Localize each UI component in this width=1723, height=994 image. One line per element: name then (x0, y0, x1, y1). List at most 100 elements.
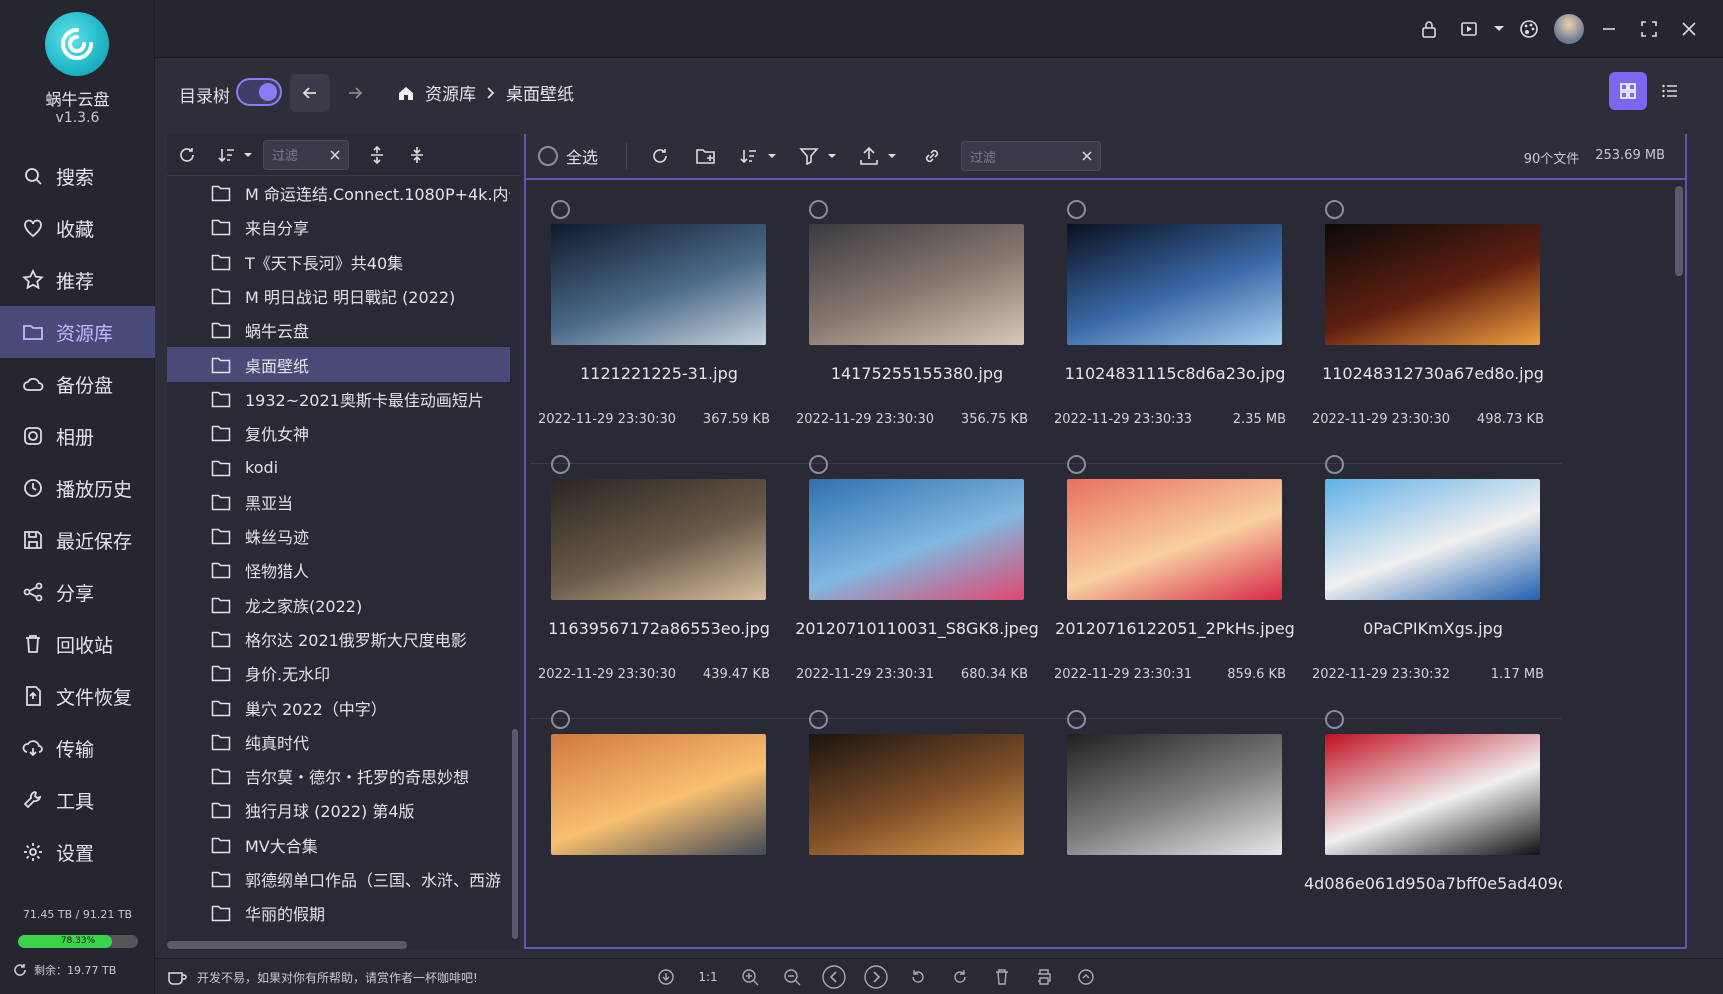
file-thumbnail[interactable] (809, 479, 1024, 600)
file-thumbnail[interactable] (1325, 224, 1540, 345)
file-thumbnail[interactable] (809, 734, 1024, 855)
tree-item[interactable]: M 明日战记 明日戰記 (2022) (167, 279, 510, 313)
file-thumbnail[interactable] (551, 734, 766, 855)
tree-horizontal-scrollbar[interactable] (167, 941, 407, 949)
file-checkbox[interactable] (1325, 455, 1344, 474)
tree-item[interactable]: 独行月球 (2022) 第4版 (167, 793, 510, 827)
tree-item[interactable]: 华丽的假期 (167, 896, 510, 930)
tree-item[interactable]: 身价.无水印 (167, 656, 510, 690)
sidebar-item[interactable]: 备份盘 (0, 358, 155, 410)
clear-icon[interactable] (1082, 151, 1092, 161)
coffee-icon[interactable] (167, 968, 187, 986)
link-icon[interactable] (909, 138, 955, 174)
file-checkbox[interactable] (809, 455, 828, 474)
file-card[interactable]: 1121221225-31.jpg 2022-11-29 23:30:30 367.… (530, 184, 788, 464)
previous-icon[interactable] (813, 963, 855, 991)
file-checkbox[interactable] (1067, 200, 1086, 219)
tree-filter-input[interactable]: 过滤 (263, 139, 349, 170)
sidebar-item[interactable]: 推荐 (0, 254, 155, 306)
tree-item[interactable]: 龙之家族(2022) (167, 588, 510, 622)
next-icon[interactable] (855, 963, 897, 991)
file-card[interactable]: 14175255155380.jpg 2022-11-29 23:30:30 356… (788, 184, 1046, 464)
file-thumbnail[interactable] (1325, 479, 1540, 600)
file-card[interactable]: 11024831115c8d6a23o.jpg 2022-11-29 23:30:… (1046, 184, 1304, 464)
file-checkbox[interactable] (1325, 710, 1344, 729)
palette-icon[interactable] (1509, 14, 1549, 44)
refresh-icon[interactable] (12, 962, 28, 978)
sort-button[interactable] (207, 137, 263, 173)
tree-item[interactable]: 格尔达 2021俄罗斯大尺度电影 (167, 622, 510, 656)
maximize-icon[interactable] (1629, 14, 1669, 44)
tree-item[interactable]: T《天下長河》共40集 (167, 245, 510, 279)
file-checkbox[interactable] (1067, 710, 1086, 729)
file-thumbnail[interactable] (551, 224, 766, 345)
tree-scrollbar[interactable] (512, 729, 518, 939)
file-thumbnail[interactable] (551, 479, 766, 600)
home-icon[interactable] (397, 84, 415, 102)
file-card[interactable]: 110248312730a67ed8o.jpg 2022-11-29 23:30:… (1304, 184, 1562, 464)
file-card[interactable] (788, 694, 1046, 944)
upload-icon[interactable] (849, 138, 909, 174)
delete-icon[interactable] (981, 963, 1023, 991)
close-icon[interactable] (1669, 14, 1709, 44)
tree-item[interactable]: 复仇女神 (167, 416, 510, 450)
breadcrumb-item[interactable]: 资源库 (425, 80, 476, 105)
collapse-all-icon[interactable] (397, 137, 437, 173)
tree-item[interactable]: 怪物猎人 (167, 553, 510, 587)
file-card[interactable] (1046, 694, 1304, 944)
list-view-button[interactable] (1651, 72, 1689, 110)
user-avatar[interactable] (1549, 14, 1589, 44)
breadcrumb-item[interactable]: 桌面壁纸 (506, 80, 574, 105)
filter-icon[interactable] (789, 138, 849, 174)
tree-item[interactable]: 郭德纲单口作品（三国、水浒、西游 (167, 862, 510, 896)
tree-item[interactable]: 桌面壁纸 (167, 347, 510, 382)
refresh-icon[interactable] (167, 137, 207, 173)
tree-item[interactable]: 蜗牛云盘 (167, 313, 510, 347)
sidebar-item[interactable]: 工具 (0, 774, 155, 826)
file-card[interactable]: 20120716122051_2PkHs.jpeg 2022-11-29 23:3… (1046, 439, 1304, 719)
tree-item[interactable]: MV大合集 (167, 828, 510, 862)
tree-item[interactable]: 黑亚当 (167, 485, 510, 519)
back-button[interactable] (290, 74, 330, 112)
file-card[interactable]: 20120710110031_S8GK8.jpeg 2022-11-29 23:3… (788, 439, 1046, 719)
play-window-icon[interactable] (1449, 14, 1489, 44)
file-checkbox[interactable] (809, 200, 828, 219)
rotate-right-icon[interactable] (939, 963, 981, 991)
sidebar-item[interactable]: 播放历史 (0, 462, 155, 514)
sidebar-item[interactable]: 最近保存 (0, 514, 155, 566)
file-thumbnail[interactable] (1067, 224, 1282, 345)
donate-text[interactable]: 开发不易，如果对你有所帮助，请赏作者一杯咖啡吧! (197, 969, 478, 986)
file-filter-input[interactable]: 过滤 (961, 141, 1101, 171)
select-all-checkbox[interactable] (538, 146, 558, 166)
print-icon[interactable] (1023, 963, 1065, 991)
file-card[interactable]: 0PaCPIKmXgs.jpg 2022-11-29 23:30:32 1.17 M… (1304, 439, 1562, 719)
tree-item[interactable]: 蛛丝马迹 (167, 519, 510, 553)
file-checkbox[interactable] (1325, 200, 1344, 219)
tree-item[interactable]: 1932~2021奥斯卡最佳动画短片 (167, 382, 510, 416)
chevron-down-icon[interactable] (1489, 14, 1509, 44)
file-checkbox[interactable] (551, 200, 570, 219)
file-checkbox[interactable] (551, 455, 570, 474)
refresh-icon[interactable] (637, 138, 683, 174)
minimize-icon[interactable] (1589, 14, 1629, 44)
file-checkbox[interactable] (551, 710, 570, 729)
file-checkbox[interactable] (1067, 455, 1086, 474)
expand-all-icon[interactable] (357, 137, 397, 173)
grid-scrollbar[interactable] (1675, 186, 1683, 276)
sidebar-item[interactable]: 传输 (0, 722, 155, 774)
sidebar-item[interactable]: 设置 (0, 826, 155, 878)
tree-item[interactable]: 吉尔莫・德尔・托罗的奇思妙想 (167, 759, 510, 793)
tree-item[interactable]: 纯真时代 (167, 725, 510, 759)
file-checkbox[interactable] (809, 710, 828, 729)
rotate-left-icon[interactable] (897, 963, 939, 991)
tree-item[interactable]: 来自分享 (167, 210, 510, 244)
select-all[interactable]: 全选 (526, 144, 616, 168)
tree-item[interactable]: M 命运连结.Connect.1080P+4k.内嵌 (167, 176, 510, 210)
sidebar-item[interactable]: 相册 (0, 410, 155, 462)
actual-size-button[interactable]: 1:1 (687, 963, 729, 991)
file-card[interactable] (530, 694, 788, 944)
download-icon[interactable] (645, 963, 687, 991)
clear-icon[interactable] (330, 149, 340, 160)
grid-view-button[interactable] (1609, 72, 1647, 110)
file-thumbnail[interactable] (1067, 734, 1282, 855)
